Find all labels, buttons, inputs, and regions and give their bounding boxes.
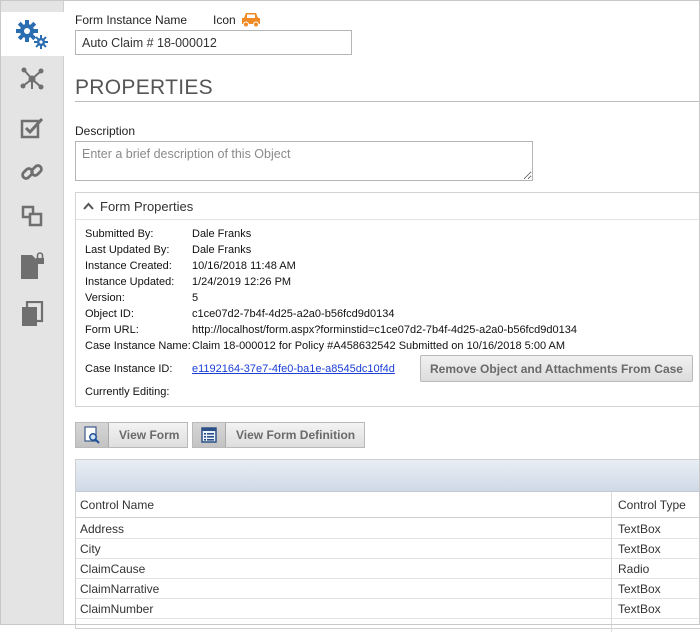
left-nav-rail — [0, 0, 64, 625]
table-header: Control Name Control Type — [76, 492, 700, 518]
version-label: Version: — [85, 292, 125, 304]
control-type-cell: Radio — [618, 562, 650, 576]
link-icon — [21, 164, 43, 180]
object-id-label: Object ID: — [85, 308, 134, 320]
table-row[interactable]: ClaimNumber TextBox — [76, 599, 700, 619]
last-updated-by-label: Last Updated By: — [85, 244, 170, 256]
instance-updated-label: Instance Updated: — [85, 276, 175, 288]
icon-label: Icon — [213, 13, 236, 27]
description-textarea[interactable] — [75, 141, 533, 181]
checkbox-icon — [20, 117, 44, 139]
form-search-icon — [84, 426, 100, 444]
form-definition-icon — [201, 427, 217, 443]
form-properties-title: Form Properties — [100, 199, 194, 214]
rail-item-properties[interactable] — [0, 12, 64, 56]
car-icon[interactable] — [241, 11, 261, 31]
control-name-cell: ClaimNarrative — [80, 582, 160, 596]
control-name-cell: City — [80, 542, 101, 556]
control-type-cell: TextBox — [618, 602, 661, 616]
version-value: 5 — [192, 292, 199, 304]
copy-boxes-icon — [21, 205, 43, 227]
rail-item-relationships[interactable] — [0, 57, 64, 101]
documents-icon — [22, 301, 44, 326]
submitted-by-value: Dale Franks — [192, 228, 252, 240]
rail-item-secured-documents[interactable] — [0, 244, 64, 288]
column-header-control-name[interactable]: Control Name — [80, 498, 154, 512]
description-label: Description — [75, 124, 136, 138]
control-name-cell: ClaimCause — [80, 562, 146, 576]
locked-document-icon — [21, 252, 44, 279]
case-instance-id-link[interactable]: e1192164-37e7-4fe0-ba1e-a8545dc10f4d — [192, 363, 395, 375]
control-type-cell: TextBox — [618, 522, 661, 536]
rail-item-documents[interactable] — [0, 292, 64, 336]
form-url-label: Form URL: — [85, 324, 139, 336]
view-form-label: View Form — [119, 428, 180, 442]
submitted-by-label: Submitted By: — [85, 228, 154, 240]
table-row[interactable]: ClaimNarrative TextBox — [76, 579, 700, 599]
instance-created-value: 10/16/2018 11:48 AM — [192, 260, 296, 272]
currently-editing-label: Currently Editing: — [85, 386, 170, 398]
gears-icon — [16, 20, 48, 49]
column-divider — [611, 492, 612, 632]
page-title: PROPERTIES — [75, 76, 213, 99]
object-id-value: c1ce07d2-7b4f-4d25-a2a0-b56fcd9d0134 — [192, 308, 395, 320]
table-toolbar — [76, 460, 700, 492]
case-instance-name-value: Claim 18-000012 for Policy #A458632542 S… — [192, 340, 566, 352]
view-form-definition-label: View Form Definition — [236, 428, 356, 442]
remove-object-button[interactable]: Remove Object and Attachments From Case — [420, 355, 693, 382]
control-type-cell: TextBox — [618, 582, 661, 596]
case-instance-id-label: Case Instance ID: — [85, 363, 173, 375]
form-properties-toggle[interactable]: Form Properties — [76, 193, 700, 220]
instance-updated-value: 1/24/2019 12:26 PM — [192, 276, 292, 288]
case-instance-name-label: Case Instance Name: — [85, 340, 191, 352]
instance-created-label: Instance Created: — [85, 260, 172, 272]
rail-item-related-objects[interactable] — [0, 194, 64, 238]
view-form-definition-button[interactable]: View Form Definition — [192, 422, 365, 448]
chevron-up-icon — [83, 202, 94, 210]
table-row[interactable]: Address TextBox — [76, 519, 700, 539]
rail-item-links[interactable] — [0, 150, 64, 194]
column-header-control-type[interactable]: Control Type — [618, 498, 686, 512]
instance-name-label: Form Instance Name — [75, 13, 188, 27]
instance-name-input[interactable] — [75, 30, 352, 55]
rail-item-tasks[interactable] — [0, 106, 64, 150]
control-name-cell: ClaimNumber — [80, 602, 154, 616]
control-type-cell: TextBox — [618, 542, 661, 556]
network-icon — [20, 67, 44, 90]
control-name-cell: Address — [80, 522, 125, 536]
view-form-button[interactable]: View Form — [75, 422, 188, 448]
last-updated-by-value: Dale Franks — [192, 244, 252, 256]
title-divider — [75, 101, 700, 102]
table-row[interactable]: ClaimCause Radio — [76, 559, 700, 579]
table-row[interactable]: City TextBox — [76, 539, 700, 559]
controls-table: Control Name Control Type Address TextBo… — [75, 459, 700, 632]
form-url-value: http://localhost/form.aspx?forminstid=c1… — [192, 324, 577, 336]
